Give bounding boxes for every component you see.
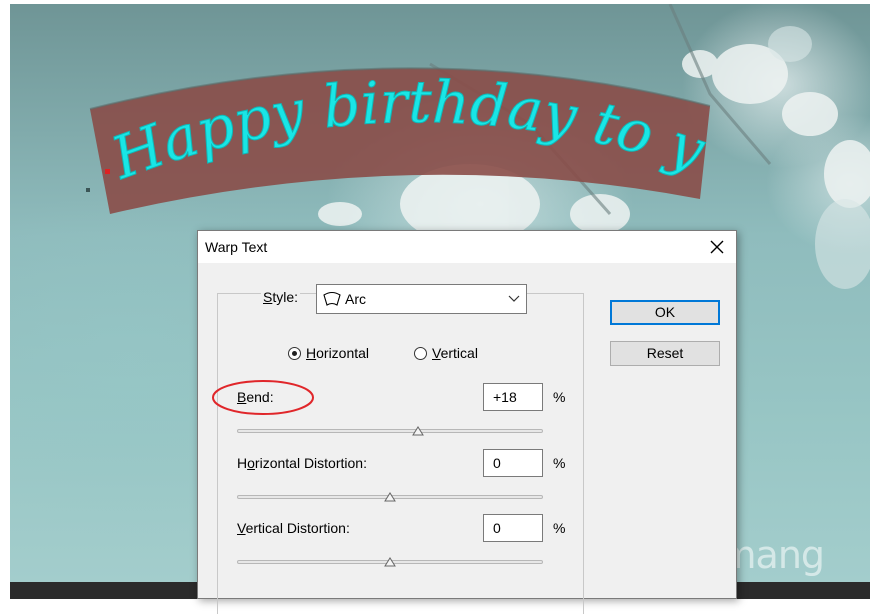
vertical-distortion-label: Vertical Distortion:: [237, 520, 350, 536]
vertical-distortion-slider[interactable]: [237, 555, 543, 571]
style-value: Arc: [345, 291, 366, 307]
warp-text-dialog: Warp Text Style: Arc OK Reset Horizontal…: [197, 230, 737, 614]
vertical-distortion-input[interactable]: 0: [483, 514, 543, 542]
style-label: Style:: [261, 289, 301, 305]
ok-button[interactable]: OK: [610, 300, 720, 325]
bend-input[interactable]: +18: [483, 383, 543, 411]
horizontal-distortion-input[interactable]: 0: [483, 449, 543, 477]
horizontal-radio-label: Horizontal: [306, 345, 370, 361]
slider-thumb[interactable]: [384, 555, 396, 567]
radio-selected-dot: [292, 351, 297, 356]
dialog-title: Warp Text: [205, 239, 268, 255]
horizontal-distortion-label: Horizontal Distortion:: [237, 455, 367, 471]
vertical-radio-label: Vertical: [432, 345, 478, 361]
style-dropdown[interactable]: Arc: [316, 284, 527, 314]
vertical-distortion-percent-label: %: [553, 520, 566, 536]
horizontal-distortion-slider[interactable]: [237, 490, 543, 506]
slider-track: [237, 429, 543, 433]
close-icon[interactable]: [704, 235, 730, 259]
radio-circle: [288, 347, 301, 360]
bend-label: Bend:: [237, 389, 274, 405]
slider-thumb[interactable]: [384, 490, 396, 502]
reset-button[interactable]: Reset: [610, 341, 720, 366]
horizontal-distortion-percent-label: %: [553, 455, 566, 471]
arc-style-icon: [323, 291, 341, 306]
chevron-down-icon: [508, 295, 520, 302]
title-bar: Warp Text: [198, 231, 736, 263]
bend-percent-label: %: [553, 389, 566, 405]
radio-circle: [414, 347, 427, 360]
bend-slider[interactable]: [237, 424, 543, 440]
slider-thumb[interactable]: [411, 424, 424, 436]
